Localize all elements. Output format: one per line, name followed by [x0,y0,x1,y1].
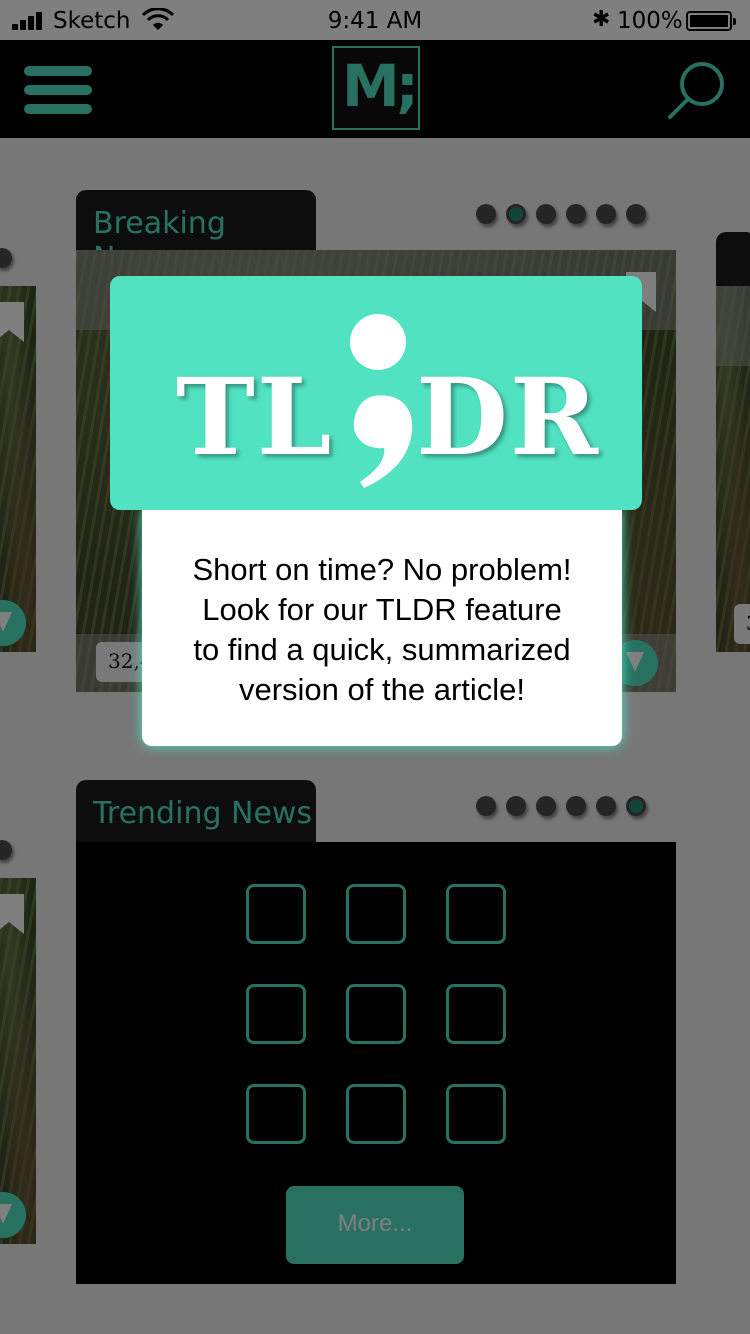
tldr-message-line: version of the article! [238,672,526,707]
tldr-message-line: Look for our TLDR feature [202,592,562,627]
tldr-message-line: to find a quick, summarized [193,632,571,667]
tldr-banner: TL DR [110,276,642,510]
tldr-logo: TL DR [176,312,598,492]
semicolon-icon [350,314,413,488]
tldr-message-line: Short on time? No problem! [192,552,572,587]
tldr-logo-right: DR [416,354,601,479]
tldr-message-card[interactable]: Short on time? No problem! Look for our … [142,510,622,746]
tldr-logo-left: TL [176,354,334,479]
